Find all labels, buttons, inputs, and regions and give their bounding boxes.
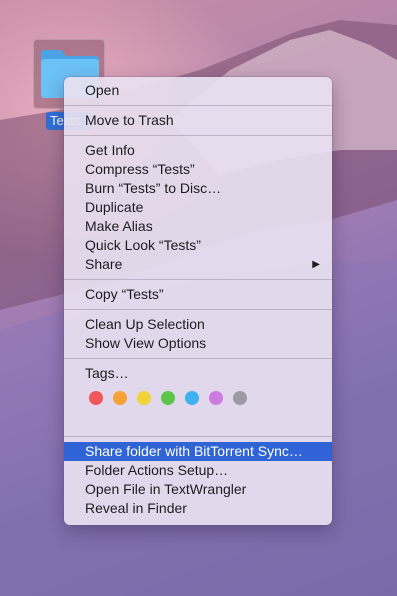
- menu-item-label: Share: [85, 256, 123, 272]
- menu-item-quick-look-tests[interactable]: Quick Look “Tests”: [64, 236, 332, 255]
- menu-item-get-info[interactable]: Get Info: [64, 141, 332, 160]
- tag-purple-dot[interactable]: [209, 391, 223, 405]
- menu-item-label: Tags…: [85, 365, 129, 381]
- menu-item-copy-tests[interactable]: Copy “Tests”: [64, 285, 332, 304]
- tag-red-dot[interactable]: [89, 391, 103, 405]
- tag-row-spacer: [64, 413, 332, 431]
- menu-item-label: Open: [85, 82, 120, 98]
- menu-item-make-alias[interactable]: Make Alias: [64, 217, 332, 236]
- menu-separator: [64, 436, 332, 437]
- menu-item-label: Compress “Tests”: [85, 161, 195, 177]
- menu-item-open[interactable]: Open: [64, 81, 332, 100]
- submenu-arrow-icon: ▶: [312, 259, 320, 270]
- context-menu: Open Move to Trash Get Info Compress “Tests…: [64, 77, 332, 525]
- menu-item-move-to-trash[interactable]: Move to Trash: [64, 111, 332, 130]
- menu-item-label: Duplicate: [85, 199, 144, 215]
- menu-item-label: Folder Actions Setup…: [85, 462, 229, 478]
- menu-item-label: Quick Look “Tests”: [85, 237, 201, 253]
- menu-item-share-folder-with-bittorrent-sync[interactable]: Share folder with BitTorrent Sync…: [64, 442, 332, 461]
- menu-item-label: Clean Up Selection: [85, 316, 205, 332]
- menu-separator: [64, 135, 332, 136]
- menu-item-label: Copy “Tests”: [85, 286, 164, 302]
- menu-item-folder-actions-setup[interactable]: Folder Actions Setup…: [64, 461, 332, 480]
- tag-yellow-dot[interactable]: [137, 391, 151, 405]
- menu-item-label: Share folder with BitTorrent Sync…: [85, 443, 303, 459]
- menu-item-label: Reveal in Finder: [85, 500, 187, 516]
- tag-green-dot[interactable]: [161, 391, 175, 405]
- tag-gray-dot[interactable]: [233, 391, 247, 405]
- menu-item-tags[interactable]: Tags…: [64, 364, 332, 383]
- tag-orange-dot[interactable]: [113, 391, 127, 405]
- menu-item-duplicate[interactable]: Duplicate: [64, 198, 332, 217]
- menu-item-clean-up-selection[interactable]: Clean Up Selection: [64, 315, 332, 334]
- menu-item-reveal-in-finder[interactable]: Reveal in Finder: [64, 499, 332, 518]
- tag-color-row: [64, 383, 332, 413]
- menu-item-show-view-options[interactable]: Show View Options: [64, 334, 332, 353]
- menu-item-label: Move to Trash: [85, 112, 174, 128]
- menu-separator: [64, 309, 332, 310]
- menu-item-share[interactable]: Share ▶: [64, 255, 332, 274]
- menu-separator: [64, 279, 332, 280]
- menu-separator: [64, 105, 332, 106]
- menu-item-compress-tests[interactable]: Compress “Tests”: [64, 160, 332, 179]
- menu-item-label: Get Info: [85, 142, 135, 158]
- menu-separator: [64, 358, 332, 359]
- menu-item-label: Open File in TextWrangler: [85, 481, 247, 497]
- menu-item-burn-tests-to-disc[interactable]: Burn “Tests” to Disc…: [64, 179, 332, 198]
- menu-item-label: Burn “Tests” to Disc…: [85, 180, 222, 196]
- menu-item-open-file-in-textwrangler[interactable]: Open File in TextWrangler: [64, 480, 332, 499]
- menu-item-label: Make Alias: [85, 218, 153, 234]
- tag-blue-dot[interactable]: [185, 391, 199, 405]
- menu-item-label: Show View Options: [85, 335, 207, 351]
